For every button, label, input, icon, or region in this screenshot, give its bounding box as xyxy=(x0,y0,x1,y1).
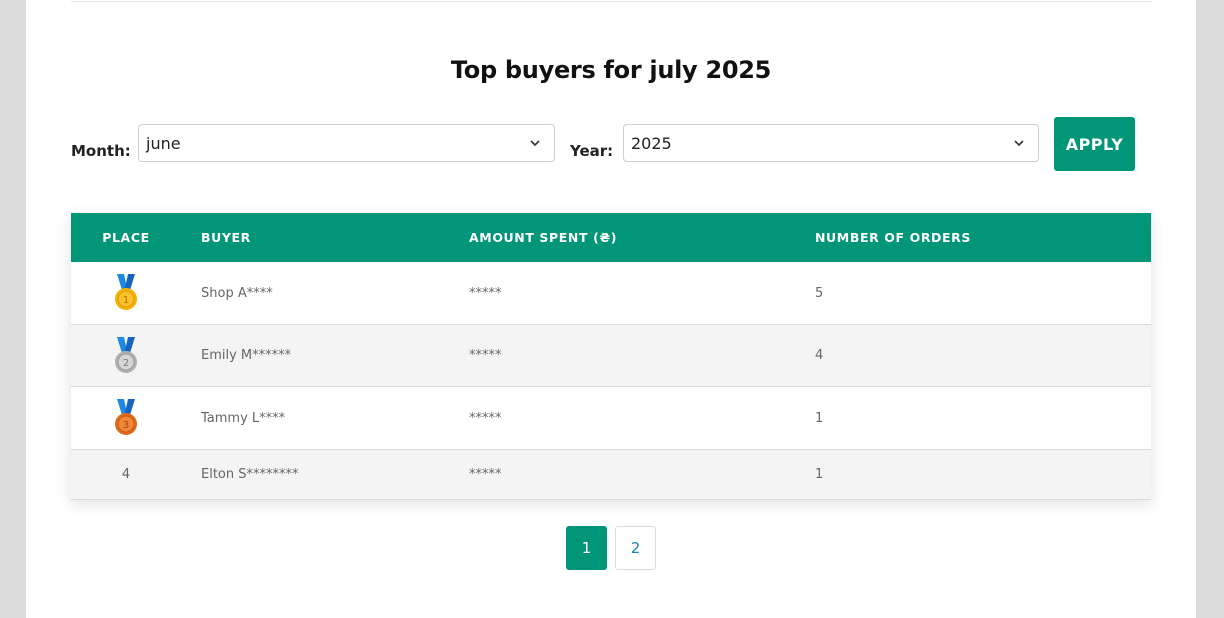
year-select-value: 2025 xyxy=(631,134,672,153)
bronze-medal-icon: 3 xyxy=(115,399,137,435)
year-select[interactable]: 2025 xyxy=(623,124,1039,162)
table-row: 2 Emily M****** ***** 4 xyxy=(71,325,1151,387)
table-header: PLACE BUYER AMOUNT SPENT (₴) NUMBER OF O… xyxy=(71,213,1151,262)
column-header-place: PLACE xyxy=(102,230,150,245)
place-cell: 2 xyxy=(71,325,181,386)
divider xyxy=(71,1,1151,2)
page-button-2[interactable]: 2 xyxy=(615,526,656,570)
amount-cell: ***** xyxy=(469,467,502,482)
gold-medal-icon: 1 xyxy=(115,274,137,310)
orders-cell: 1 xyxy=(815,467,824,482)
svg-text:1: 1 xyxy=(123,295,129,306)
year-label: Year: xyxy=(570,142,614,160)
place-cell: 4 xyxy=(121,467,131,482)
buyer-cell: Emily M****** xyxy=(201,348,292,363)
buyer-cell: Elton S******** xyxy=(201,467,299,482)
buyers-table: PLACE BUYER AMOUNT SPENT (₴) NUMBER OF O… xyxy=(71,213,1151,500)
orders-cell: 5 xyxy=(815,285,824,301)
chevron-down-icon xyxy=(530,140,540,147)
month-label: Month: xyxy=(71,142,131,160)
svg-text:3: 3 xyxy=(123,420,129,431)
column-header-orders: NUMBER OF ORDERS xyxy=(815,230,972,245)
column-header-buyer: BUYER xyxy=(201,230,251,245)
page-title: Top buyers for july 2025 xyxy=(450,56,772,84)
silver-medal-icon: 2 xyxy=(115,336,137,373)
page-container: Top buyers for july 2025 Month: june Yea… xyxy=(26,0,1196,618)
column-header-amount: AMOUNT SPENT (₴) xyxy=(469,230,618,245)
svg-text:2: 2 xyxy=(123,358,129,369)
orders-cell: 1 xyxy=(815,410,824,426)
table-row: 4 Elton S******** ***** 1 xyxy=(71,450,1151,500)
table-row: 1 Shop A**** ***** 5 xyxy=(71,262,1151,325)
month-select-value: june xyxy=(146,134,181,153)
place-cell: 1 xyxy=(71,262,181,324)
month-select[interactable]: june xyxy=(138,124,555,162)
table-row: 3 Tammy L**** ***** 1 xyxy=(71,387,1151,450)
page-button-1[interactable]: 1 xyxy=(566,526,607,570)
amount-cell: ***** xyxy=(469,410,502,426)
buyer-cell: Shop A**** xyxy=(201,285,273,301)
apply-button[interactable]: APPLY xyxy=(1054,117,1135,171)
buyer-cell: Tammy L**** xyxy=(201,410,286,426)
place-cell: 3 xyxy=(71,387,181,449)
chevron-down-icon xyxy=(1014,140,1024,147)
orders-cell: 4 xyxy=(815,348,824,363)
amount-cell: ***** xyxy=(469,285,502,301)
amount-cell: ***** xyxy=(469,348,502,363)
